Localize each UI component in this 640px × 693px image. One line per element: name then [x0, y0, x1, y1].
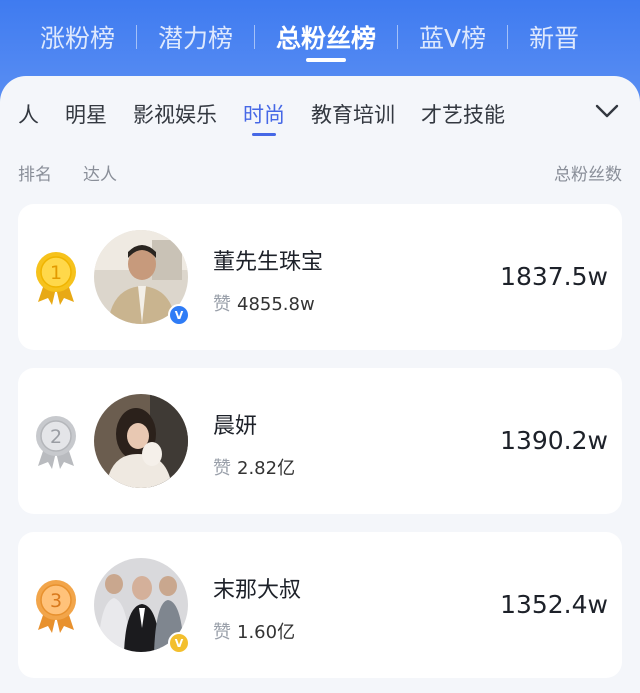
- talent-name[interactable]: 末那大叔: [213, 572, 301, 604]
- likes-value: 1.60亿: [237, 622, 296, 643]
- category-talent-skills[interactable]: 才艺技能: [421, 76, 505, 152]
- silver-medal-icon: 2: [34, 414, 78, 470]
- medal-rank: 1: [50, 262, 62, 284]
- gold-medal-icon: 1: [34, 250, 78, 306]
- header-rank: 排名: [18, 165, 52, 185]
- likes-label: 赞: [213, 622, 231, 643]
- fans-count: 1390.2w: [500, 426, 608, 455]
- medal-rank: 3: [50, 590, 62, 612]
- tab-blue-v[interactable]: 蓝V榜: [398, 0, 507, 74]
- ranking-row[interactable]: 3 V 末那大叔 赞 1.60亿 1352.4w: [18, 532, 622, 678]
- category-fashion[interactable]: 时尚: [243, 76, 285, 152]
- avatar[interactable]: [94, 394, 188, 488]
- likes-count: 赞 1.60亿: [213, 618, 295, 644]
- header-talent: 达人: [83, 165, 117, 185]
- likes-count: 赞 2.82亿: [213, 454, 295, 480]
- verified-badge-icon: V: [168, 304, 190, 326]
- category-partial[interactable]: 人: [18, 76, 39, 152]
- category-film-entertainment[interactable]: 影视娱乐: [133, 76, 217, 152]
- likes-label: 赞: [213, 294, 231, 315]
- talent-name[interactable]: 晨妍: [213, 408, 257, 440]
- medal-rank: 2: [50, 426, 62, 448]
- ranking-tabs: 涨粉榜 潜力榜 总粉丝榜 蓝V榜 新晋: [0, 0, 640, 74]
- ranking-panel: 人 明星 影视娱乐 时尚 教育培训 才艺技能 排名 达人 总粉丝数 1 V 董先…: [0, 76, 640, 693]
- talent-name[interactable]: 董先生珠宝: [213, 244, 323, 276]
- category-tabs: 人 明星 影视娱乐 时尚 教育培训 才艺技能: [0, 76, 640, 152]
- chevron-down-icon[interactable]: [592, 96, 622, 126]
- header-fans: 总粉丝数: [554, 165, 622, 185]
- likes-value: 4855.8w: [237, 294, 315, 315]
- likes-count: 赞 4855.8w: [213, 290, 315, 316]
- tab-total-fans[interactable]: 总粉丝榜: [255, 0, 397, 74]
- likes-value: 2.82亿: [237, 458, 296, 479]
- fans-count: 1837.5w: [500, 262, 608, 291]
- tab-newcomer[interactable]: 新晋: [508, 0, 600, 74]
- tab-potential[interactable]: 潜力榜: [137, 0, 254, 74]
- ranking-row[interactable]: 2 晨妍 赞 2.82亿 1390.2w: [18, 368, 622, 514]
- category-education[interactable]: 教育培训: [311, 76, 395, 152]
- verified-badge-icon: V: [168, 632, 190, 654]
- tab-rising-fans[interactable]: 涨粉榜: [0, 0, 136, 74]
- likes-label: 赞: [213, 458, 231, 479]
- bronze-medal-icon: 3: [34, 578, 78, 634]
- column-headers: 排名 达人 总粉丝数: [0, 160, 640, 186]
- category-stars[interactable]: 明星: [65, 76, 107, 152]
- fans-count: 1352.4w: [500, 590, 608, 619]
- ranking-row[interactable]: 1 V 董先生珠宝 赞 4855.8w 1837.5w: [18, 204, 622, 350]
